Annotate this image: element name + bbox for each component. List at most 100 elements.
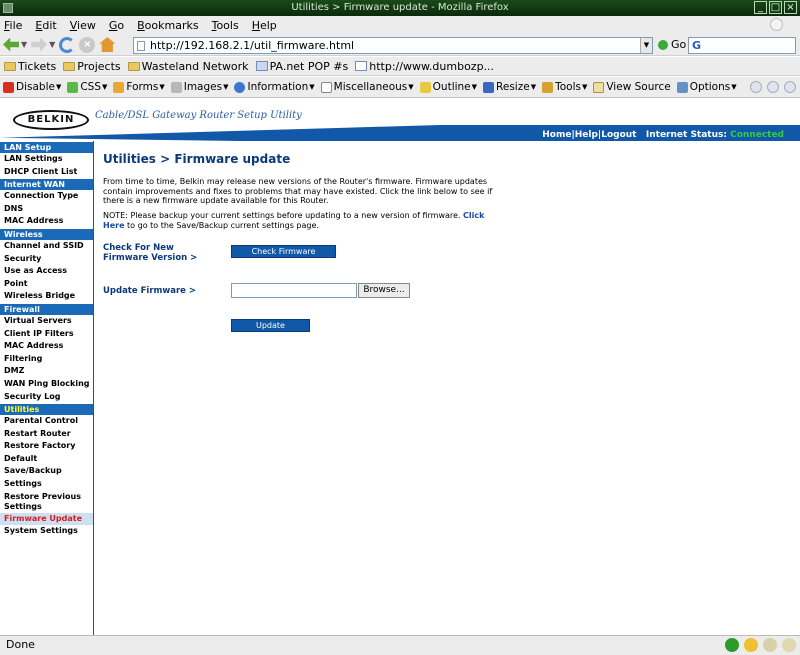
sidebar-item-system-settings[interactable]: System Settings xyxy=(0,525,93,538)
bookmark-wasteland-network[interactable]: Wasteland Network xyxy=(127,59,249,73)
stop-button[interactable]: × xyxy=(79,36,96,53)
sidebar-item-wireless-bridge[interactable]: Wireless Bridge xyxy=(0,290,93,303)
images-icon xyxy=(170,81,182,93)
menu-tools[interactable]: Tools xyxy=(212,19,239,32)
sidebar-item-security[interactable]: Security xyxy=(0,253,93,266)
page-status-icon[interactable] xyxy=(725,638,739,652)
menu-view[interactable]: View xyxy=(70,19,96,32)
wd-outline-button[interactable]: Outline ▼ xyxy=(419,81,478,93)
wd-forms-button[interactable]: Forms ▼ xyxy=(113,81,165,93)
reload-button[interactable] xyxy=(59,36,76,53)
bookmark-label: Wasteland Network xyxy=(141,59,249,73)
sidebar-item-channel-ssid[interactable]: Channel and SSID xyxy=(0,240,93,253)
sidebar-item-wan-ping-blocking[interactable]: WAN Ping Blocking xyxy=(0,378,93,391)
wd-tools-button[interactable]: Tools ▼ xyxy=(542,81,587,93)
home-button[interactable] xyxy=(99,37,116,52)
home-link[interactable]: Home xyxy=(542,130,571,140)
help-link[interactable]: Help xyxy=(575,130,598,140)
status-text: Done xyxy=(6,638,35,651)
bookmark-tickets[interactable]: Tickets xyxy=(4,60,56,73)
view-source-icon xyxy=(593,81,605,93)
url-bar[interactable]: http://192.168.2.1/util_firmware.html ▼ xyxy=(133,37,653,54)
forward-button[interactable]: ▼ xyxy=(31,37,55,52)
sidebar-item-mac-filtering[interactable]: MAC Address Filtering xyxy=(0,340,93,365)
dropdown-icon: ▼ xyxy=(102,83,108,91)
check-firmware-button[interactable]: Check Firmware xyxy=(231,245,336,258)
wd-view-source-button[interactable]: View Source xyxy=(593,81,671,93)
wd-label: Tools xyxy=(555,81,581,93)
wd-options-button[interactable]: Options ▼ xyxy=(676,81,737,93)
sidebar-item-client-ip-filters[interactable]: Client IP Filters xyxy=(0,328,93,341)
bookmark-dumbozp[interactable]: http://www.dumbozp... xyxy=(355,60,494,73)
sidebar-header-internet-wan: Internet WAN xyxy=(0,179,93,191)
sidebar-item-firmware-update[interactable]: Firmware Update xyxy=(0,512,93,526)
browse-button[interactable]: Browse... xyxy=(358,283,410,298)
wd-disable-button[interactable]: Disable ▼ xyxy=(3,81,61,93)
sidebar-item-lan-settings[interactable]: LAN Settings xyxy=(0,153,93,166)
back-button[interactable]: ▼ xyxy=(3,37,27,52)
sidebar-item-dmz[interactable]: DMZ xyxy=(0,365,93,378)
minimize-icon[interactable]: _ xyxy=(754,1,767,14)
window-menu-icon[interactable] xyxy=(3,3,13,13)
css-status-icon[interactable] xyxy=(784,81,796,93)
wd-miscellaneous-button[interactable]: Miscellaneous ▼ xyxy=(320,81,414,93)
note-prefix: NOTE: Please backup your current setting… xyxy=(103,211,464,220)
validation-status-icon[interactable] xyxy=(750,81,762,93)
wd-information-button[interactable]: Information ▼ xyxy=(234,81,315,93)
wd-label: Images xyxy=(183,81,223,93)
menu-bookmarks[interactable]: Bookmarks xyxy=(137,19,198,32)
wd-label: Options xyxy=(689,81,731,93)
menu-view-label: iew xyxy=(77,18,96,32)
update-button[interactable]: Update xyxy=(231,319,310,332)
window-titlebar: Utilities > Firmware update - Mozilla Fi… xyxy=(0,0,800,16)
status-bar: Done xyxy=(0,635,800,655)
search-input[interactable]: G xyxy=(688,37,796,54)
firmware-file-input[interactable] xyxy=(231,283,357,298)
dropdown-icon: ▼ xyxy=(581,83,588,91)
weather-icon[interactable] xyxy=(763,638,777,652)
menu-help[interactable]: Help xyxy=(252,19,277,32)
dropdown-icon: ▼ xyxy=(159,83,165,91)
url-dropdown-icon[interactable]: ▼ xyxy=(640,38,652,53)
sidebar-item-restart-router[interactable]: Restart Router xyxy=(0,428,93,441)
wd-resize-button[interactable]: Resize ▼ xyxy=(483,81,536,93)
wd-images-button[interactable]: Images ▼ xyxy=(170,81,228,93)
dropdown-icon: ▼ xyxy=(471,83,478,91)
forecast-icon[interactable] xyxy=(782,638,796,652)
go-button[interactable]: Go xyxy=(658,38,686,51)
sidebar-item-parental-control[interactable]: Parental Control xyxy=(0,415,93,428)
sidebar-item-connection-type[interactable]: Connection Type xyxy=(0,190,93,203)
sidebar-item-mac-address[interactable]: MAC Address xyxy=(0,215,93,228)
sidebar-item-dhcp-client-list[interactable]: DHCP Client List xyxy=(0,166,93,179)
sidebar: LAN Setup LAN Settings DHCP Client List … xyxy=(0,141,94,635)
top-links: Home|Help|Logout Internet Status: Connec… xyxy=(542,130,784,140)
sidebar-item-dns[interactable]: DNS xyxy=(0,203,93,216)
bookmark-label: PA.net POP #s xyxy=(269,59,349,73)
resize-icon xyxy=(483,81,495,93)
menu-help-mnemonic: H xyxy=(251,18,260,32)
logout-link[interactable]: Logout xyxy=(601,130,636,140)
home-icon xyxy=(99,37,116,52)
wd-css-button[interactable]: CSS ▼ xyxy=(67,81,107,93)
sidebar-item-security-log[interactable]: Security Log xyxy=(0,391,93,404)
back-dropdown-icon[interactable]: ▼ xyxy=(21,40,27,49)
bookmark-panet-pop[interactable]: PA.net POP #s xyxy=(255,59,349,73)
close-icon[interactable]: × xyxy=(784,1,797,14)
tools-icon xyxy=(542,81,554,93)
sidebar-item-restore-factory-default[interactable]: Restore Factory Default xyxy=(0,440,93,465)
menu-go[interactable]: Go xyxy=(109,19,124,32)
url-text: http://192.168.2.1/util_firmware.html xyxy=(150,39,355,52)
sidebar-item-virtual-servers[interactable]: Virtual Servers xyxy=(0,315,93,328)
maximize-icon[interactable]: □ xyxy=(769,1,782,14)
sidebar-item-restore-previous-settings[interactable]: Restore Previous Settings xyxy=(0,491,93,513)
menu-file[interactable]: File xyxy=(4,19,22,32)
menu-view-mnemonic: V xyxy=(69,18,78,32)
bookmark-projects[interactable]: Projects xyxy=(63,60,121,73)
sidebar-item-save-backup-settings[interactable]: Save/Backup Settings xyxy=(0,465,93,490)
forward-dropdown-icon[interactable]: ▼ xyxy=(49,40,55,49)
menu-edit[interactable]: Edit xyxy=(35,19,56,32)
sidebar-item-access-point[interactable]: Use as Access Point xyxy=(0,265,93,290)
web-developer-toolbar: Disable ▼ CSS ▼ Forms ▼ Images ▼ Information… xyxy=(0,77,800,98)
warning-status-icon[interactable] xyxy=(744,638,758,652)
info-status-icon[interactable] xyxy=(767,81,779,93)
